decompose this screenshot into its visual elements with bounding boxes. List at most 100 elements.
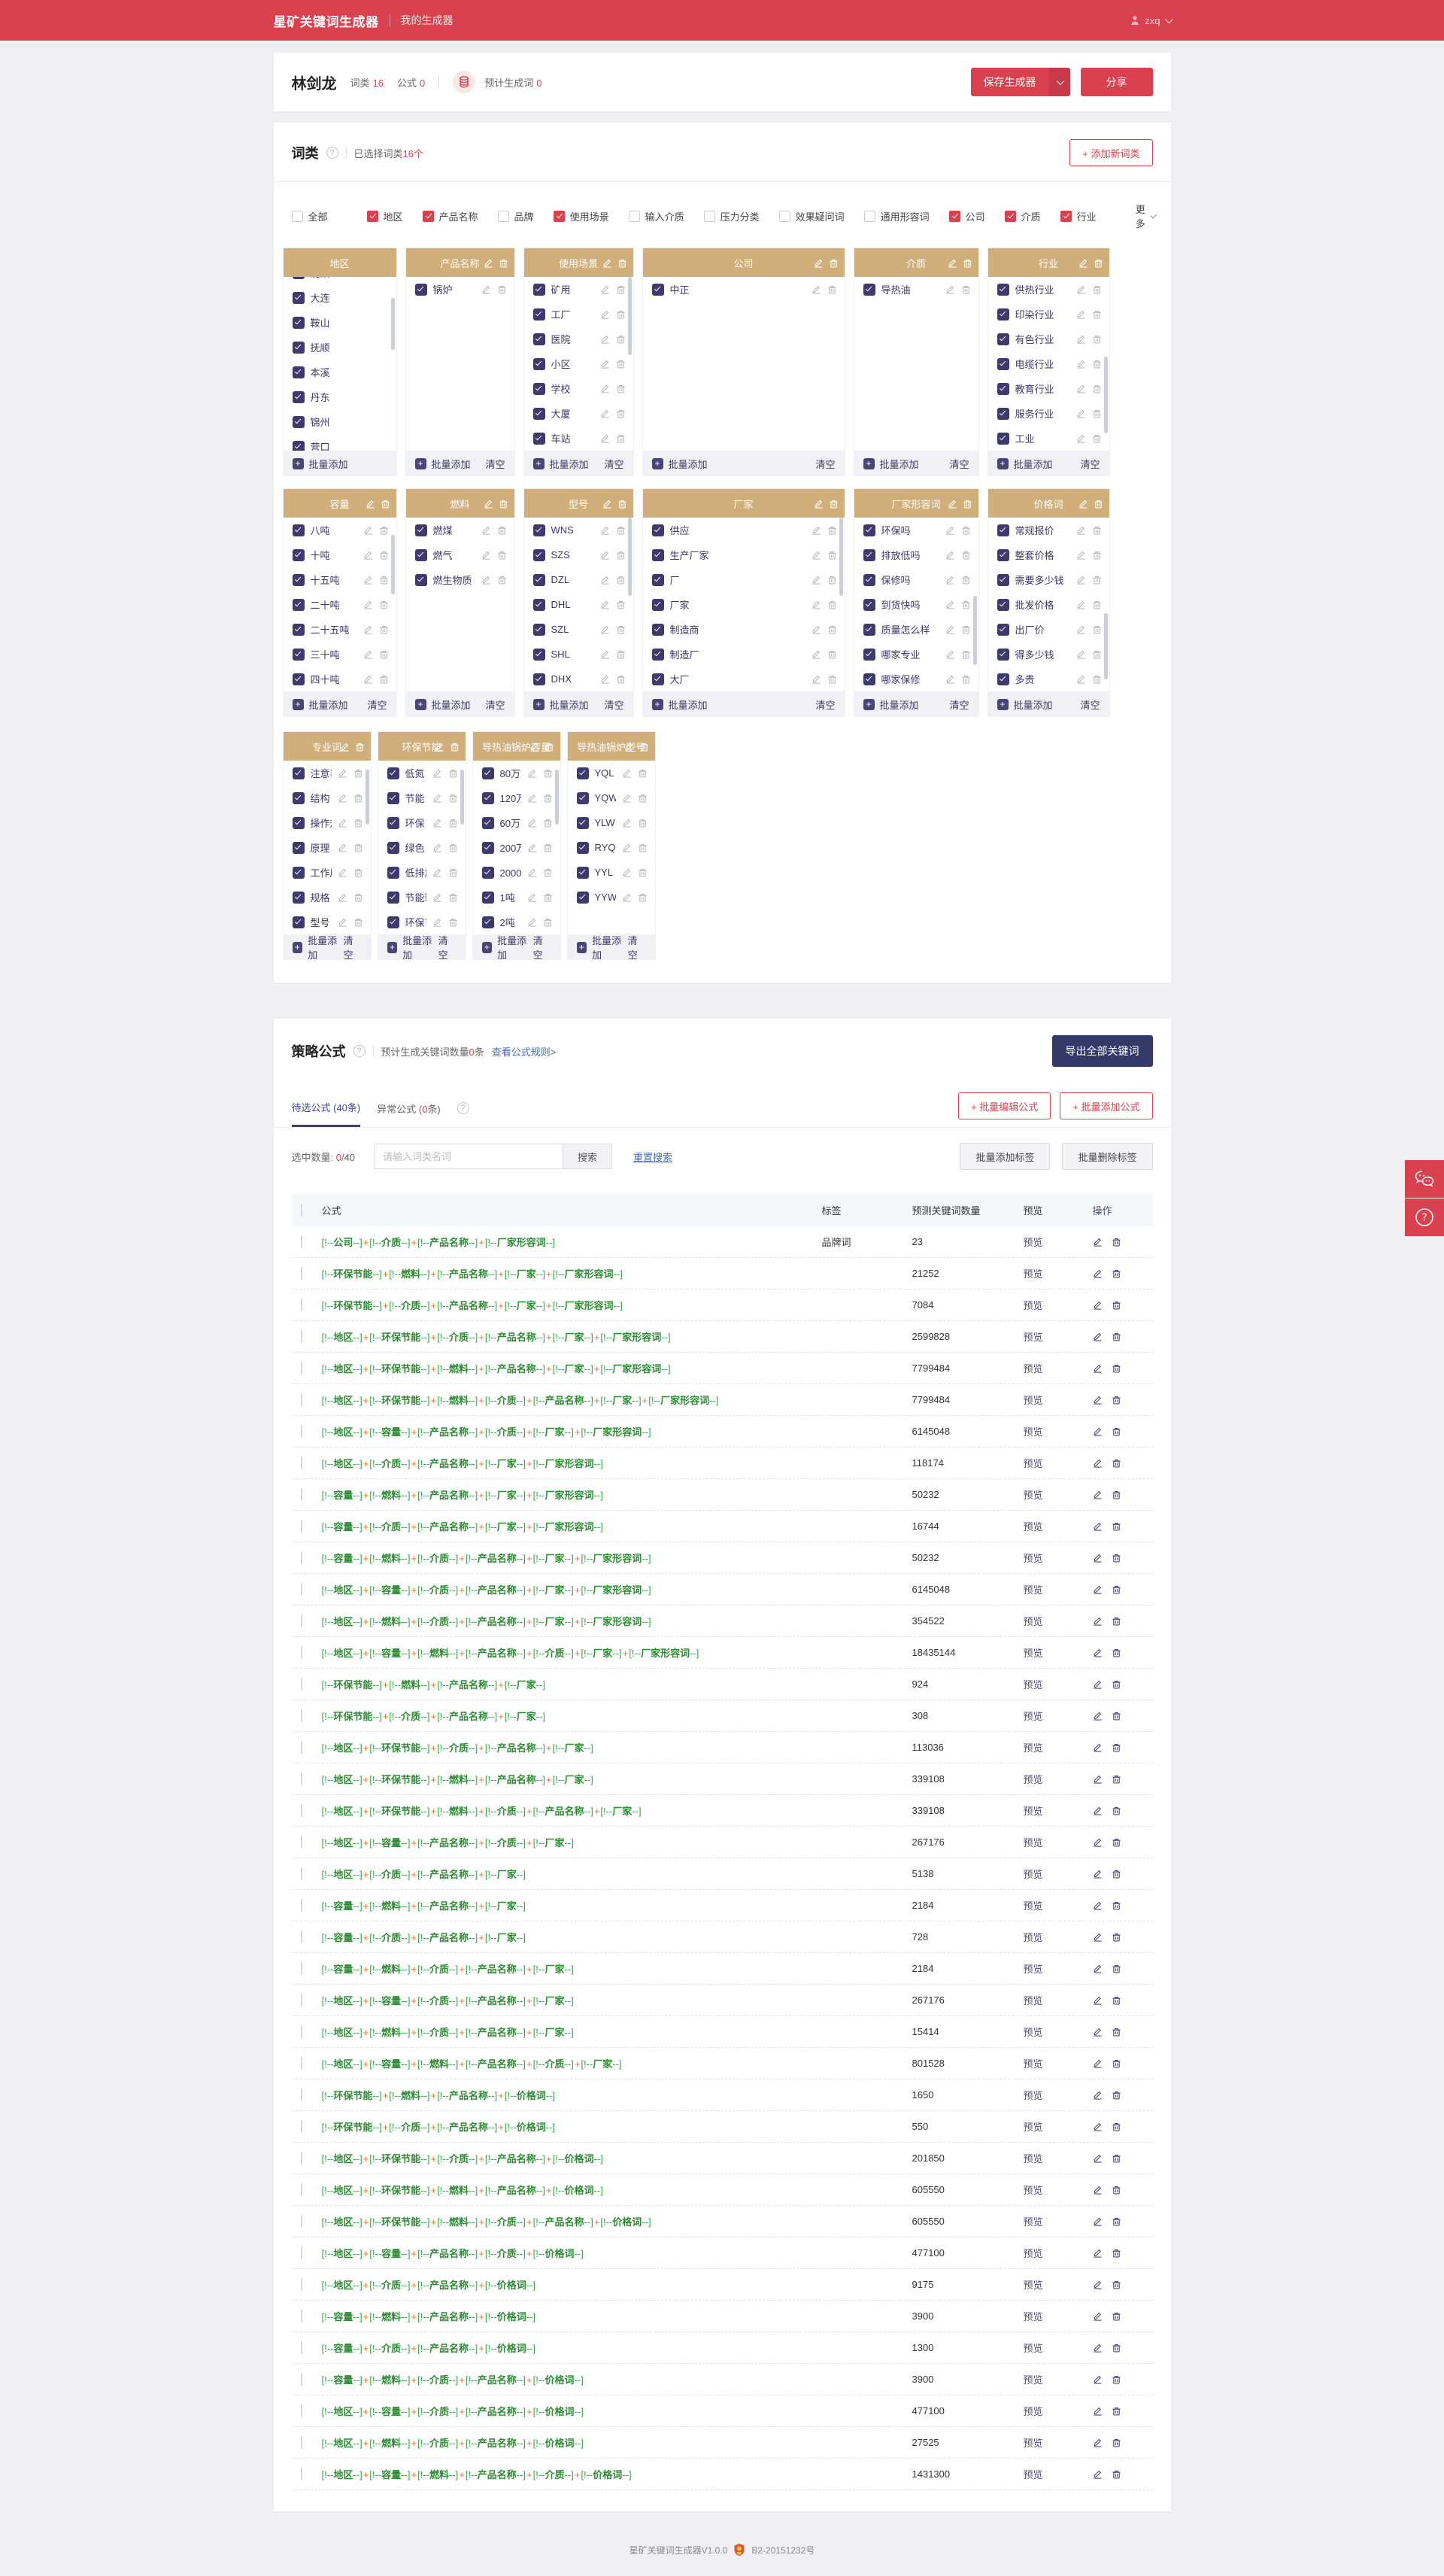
- trash-icon[interactable]: [1092, 575, 1102, 585]
- edit-icon[interactable]: [600, 525, 610, 535]
- preview-link[interactable]: 预览: [1024, 1711, 1043, 1722]
- edit-icon[interactable]: [1076, 409, 1086, 418]
- trash-icon[interactable]: [448, 892, 458, 902]
- edit-icon[interactable]: [945, 284, 955, 294]
- filter-checkbox[interactable]: [422, 210, 434, 222]
- preview-link[interactable]: 预览: [1024, 2090, 1043, 2101]
- trash-icon[interactable]: [497, 550, 507, 560]
- trash-icon[interactable]: [1112, 1490, 1121, 1499]
- item-checkbox[interactable]: [414, 524, 427, 536]
- row-checkbox[interactable]: [300, 1899, 302, 1912]
- filter-压力分类[interactable]: 压力分类: [703, 209, 760, 223]
- edit-icon[interactable]: [1093, 1426, 1103, 1436]
- clear-button[interactable]: 清空: [815, 697, 835, 712]
- preview-link[interactable]: 预览: [1024, 2311, 1043, 2322]
- preview-link[interactable]: 预览: [1024, 2248, 1043, 2259]
- item-checkbox[interactable]: [387, 767, 399, 779]
- trash-icon[interactable]: [963, 258, 972, 268]
- trash-icon[interactable]: [1112, 2122, 1121, 2131]
- filter-公司[interactable]: 公司: [948, 209, 985, 223]
- trash-icon[interactable]: [353, 843, 363, 852]
- trash-icon[interactable]: [543, 818, 553, 828]
- item-checkbox[interactable]: [997, 598, 1009, 611]
- edit-icon[interactable]: [1093, 2185, 1103, 2195]
- trash-icon[interactable]: [1112, 1300, 1121, 1310]
- filter-checkbox[interactable]: [703, 210, 715, 222]
- preview-link[interactable]: 预览: [1024, 1995, 1043, 2006]
- item-checkbox[interactable]: [863, 283, 875, 296]
- clear-button[interactable]: 清空: [604, 457, 623, 471]
- item-checkbox[interactable]: [292, 440, 305, 451]
- scrollbar-thumb[interactable]: [1103, 613, 1108, 679]
- row-checkbox[interactable]: [300, 1709, 302, 1722]
- edit-icon[interactable]: [1093, 1806, 1103, 1815]
- trash-icon[interactable]: [638, 793, 648, 803]
- edit-icon[interactable]: [1093, 1742, 1103, 1752]
- trash-icon[interactable]: [1112, 1237, 1121, 1247]
- filter-checkbox[interactable]: [948, 210, 960, 222]
- edit-icon[interactable]: [600, 284, 610, 294]
- row-checkbox[interactable]: [300, 2025, 302, 2038]
- edit-icon[interactable]: [811, 550, 821, 560]
- edit-icon[interactable]: [363, 674, 373, 684]
- item-checkbox[interactable]: [997, 548, 1009, 561]
- edit-icon[interactable]: [948, 258, 957, 268]
- item-checkbox[interactable]: [481, 866, 494, 879]
- item-checkbox[interactable]: [532, 308, 545, 320]
- trash-icon[interactable]: [448, 793, 458, 803]
- edit-icon[interactable]: [622, 867, 632, 877]
- preview-link[interactable]: 预览: [1024, 2280, 1043, 2291]
- item-checkbox[interactable]: [532, 432, 545, 445]
- edit-icon[interactable]: [1093, 1300, 1103, 1310]
- edit-icon[interactable]: [1093, 1363, 1103, 1373]
- batch-add-button[interactable]: + 批量添加: [532, 457, 589, 471]
- edit-icon[interactable]: [363, 649, 373, 659]
- row-checkbox[interactable]: [300, 1267, 302, 1280]
- preview-link[interactable]: 预览: [1024, 1584, 1043, 1596]
- edit-icon[interactable]: [1093, 2153, 1103, 2163]
- edit-icon[interactable]: [1076, 433, 1086, 443]
- edit-icon[interactable]: [1093, 1964, 1103, 1973]
- edit-icon[interactable]: [1093, 2216, 1103, 2226]
- filter-效果疑问词[interactable]: 效果疑问词: [778, 209, 845, 223]
- trash-icon[interactable]: [827, 600, 837, 609]
- item-checkbox[interactable]: [481, 816, 494, 829]
- item-checkbox[interactable]: [292, 366, 305, 378]
- filter-checkbox[interactable]: [863, 210, 875, 222]
- trash-icon[interactable]: [355, 742, 365, 752]
- clear-button[interactable]: 清空: [604, 697, 623, 712]
- item-checkbox[interactable]: [863, 598, 875, 611]
- edit-icon[interactable]: [1093, 2469, 1103, 2479]
- filter-checkbox[interactable]: [497, 210, 509, 222]
- batch-add-tag-button[interactable]: 批量添加标签: [960, 1143, 1051, 1170]
- trash-icon[interactable]: [379, 624, 389, 634]
- edit-icon[interactable]: [600, 550, 610, 560]
- trash-icon[interactable]: [616, 309, 626, 319]
- scrollbar-thumb[interactable]: [460, 769, 464, 825]
- trash-icon[interactable]: [616, 409, 626, 418]
- item-checkbox[interactable]: [532, 548, 545, 561]
- item-checkbox[interactable]: [651, 283, 664, 296]
- row-checkbox[interactable]: [300, 1930, 302, 1943]
- row-checkbox[interactable]: [300, 2404, 302, 2417]
- edit-icon[interactable]: [814, 258, 824, 268]
- trash-icon[interactable]: [1112, 1711, 1121, 1721]
- edit-icon[interactable]: [1093, 2248, 1103, 2258]
- edit-icon[interactable]: [1093, 1490, 1103, 1499]
- item-checkbox[interactable]: [532, 623, 545, 636]
- edit-icon[interactable]: [1093, 2438, 1103, 2447]
- item-checkbox[interactable]: [481, 841, 494, 854]
- trash-icon[interactable]: [616, 674, 626, 684]
- trash-icon[interactable]: [543, 768, 553, 778]
- row-checkbox[interactable]: [300, 1741, 302, 1754]
- batch-add-button[interactable]: + 批量添加: [651, 457, 708, 471]
- trash-icon[interactable]: [1092, 433, 1102, 443]
- edit-icon[interactable]: [600, 359, 610, 369]
- filter-checkbox[interactable]: [1004, 210, 1016, 222]
- edit-icon[interactable]: [624, 742, 634, 752]
- edit-icon[interactable]: [363, 525, 373, 535]
- scrollbar-thumb[interactable]: [390, 535, 395, 594]
- trash-icon[interactable]: [379, 550, 389, 560]
- edit-icon[interactable]: [622, 843, 632, 852]
- edit-icon[interactable]: [435, 742, 444, 752]
